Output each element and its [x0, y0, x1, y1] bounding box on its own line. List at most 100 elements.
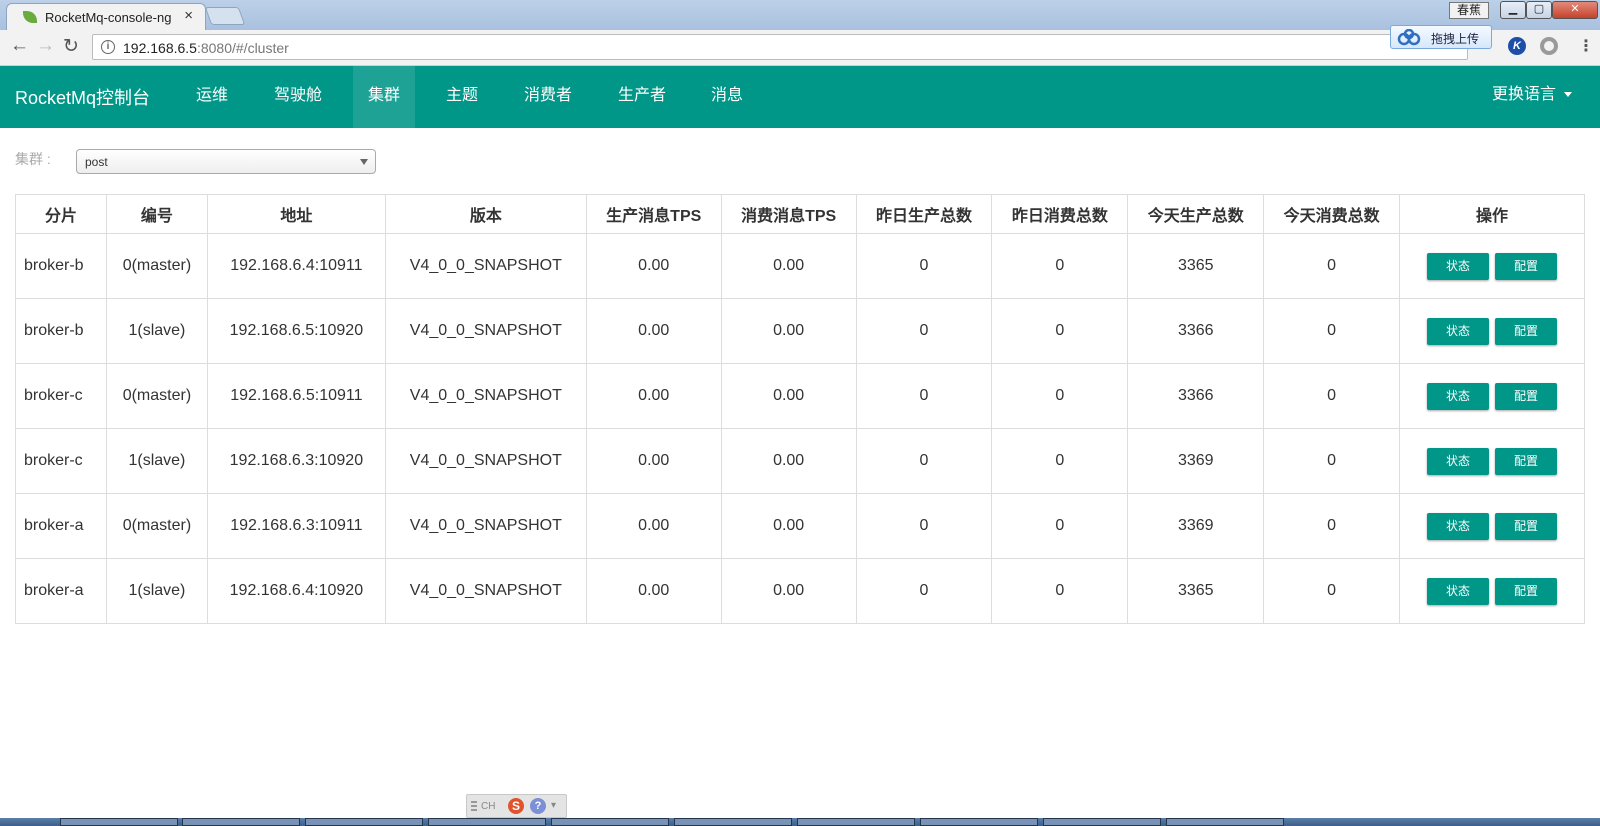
cell-operation: 状态 配置	[1399, 233, 1585, 299]
tab-title: RocketMq-console-ng	[45, 10, 172, 25]
k-extension-icon[interactable]: K	[1508, 37, 1526, 55]
help-icon[interactable]: ?	[530, 798, 546, 814]
taskbar-button[interactable]	[428, 818, 546, 826]
url-path: :8080/#/cluster	[196, 40, 289, 56]
brand-title[interactable]: RocketMq控制台	[15, 84, 150, 110]
nav-item-message[interactable]: 消息	[711, 66, 743, 128]
config-button[interactable]: 配置	[1495, 382, 1558, 410]
cluster-label: 集群 :	[15, 151, 51, 167]
nav-item-topic[interactable]: 主题	[446, 66, 478, 128]
cell-no: 1(slave)	[105, 428, 208, 494]
cell-version: V4_0_0_SNAPSHOT	[384, 298, 587, 364]
back-arrow-icon[interactable]: ←	[10, 35, 29, 57]
header-today-consume: 今天消费总数	[1263, 194, 1401, 234]
url-text[interactable]: 192.168.6.5:8080/#/cluster	[123, 40, 289, 56]
cell-consume-tps: 0.00	[720, 428, 857, 494]
config-button[interactable]: 配置	[1495, 447, 1558, 475]
language-dropdown[interactable]: 更换语言	[1492, 66, 1572, 128]
cell-address: 192.168.6.4:10911	[206, 233, 386, 299]
status-button[interactable]: 状态	[1427, 382, 1490, 410]
cell-broker: broker-c	[15, 428, 107, 494]
window-maximize-button[interactable]: ▢	[1526, 1, 1552, 19]
table-row: broker-b 1(slave) 192.168.6.5:10920 V4_0…	[15, 298, 1585, 364]
taskbar-button[interactable]	[1043, 818, 1161, 826]
cell-produce-tps: 0.00	[585, 493, 722, 559]
cell-no: 1(slave)	[105, 558, 208, 624]
reload-icon[interactable]: ↻	[63, 35, 79, 58]
status-button[interactable]: 状态	[1427, 317, 1490, 345]
cell-yesterday-produce: 0	[855, 298, 993, 364]
cell-operation: 状态 配置	[1399, 363, 1585, 429]
cell-broker: broker-a	[15, 493, 107, 559]
config-button[interactable]: 配置	[1495, 317, 1558, 345]
ime-toolbar[interactable]: CH S ? ▾	[466, 794, 567, 818]
config-button[interactable]: 配置	[1495, 512, 1558, 540]
sogou-logo-icon[interactable]: S	[508, 798, 524, 814]
cell-today-consume: 0	[1263, 428, 1401, 494]
cell-operation: 状态 配置	[1399, 298, 1585, 364]
cell-address: 192.168.6.4:10920	[206, 558, 386, 624]
header-operation: 操作	[1399, 194, 1585, 234]
leaf-favicon-icon	[23, 11, 37, 23]
ring-extension-icon[interactable]	[1540, 37, 1558, 55]
cell-produce-tps: 0.00	[585, 558, 722, 624]
cell-consume-tps: 0.00	[720, 233, 857, 299]
info-icon[interactable]: i	[101, 40, 115, 54]
header-no: 编号	[105, 194, 208, 234]
drag-grip-icon[interactable]	[471, 801, 477, 813]
header-today-produce: 今天生产总数	[1127, 194, 1265, 234]
ime-mode[interactable]: CH	[481, 801, 495, 812]
header-yesterday-produce: 昨日生产总数	[855, 194, 993, 234]
address-bar[interactable]: i 192.168.6.5:8080/#/cluster	[92, 34, 1468, 60]
taskbar-button[interactable]	[182, 818, 300, 826]
nav-item-cluster[interactable]: 集群	[353, 66, 415, 128]
status-button[interactable]: 状态	[1427, 447, 1490, 475]
caret-down-icon	[1564, 92, 1572, 98]
cluster-select[interactable]: post	[76, 149, 376, 174]
taskbar-button[interactable]	[1166, 818, 1284, 826]
status-button[interactable]: 状态	[1427, 512, 1490, 540]
taskbar-button[interactable]	[60, 818, 178, 826]
taskbar-button[interactable]	[797, 818, 915, 826]
nav-item-producer[interactable]: 生产者	[618, 66, 666, 128]
tab-close-icon[interactable]: ×	[184, 7, 193, 24]
config-button[interactable]: 配置	[1495, 577, 1558, 605]
browser-toolbar: ← → ↻ i 192.168.6.5:8080/#/cluster K ⋮	[0, 30, 1600, 66]
browser-menu-icon[interactable]: ⋮	[1578, 36, 1594, 56]
cell-consume-tps: 0.00	[720, 363, 857, 429]
chevron-down-icon[interactable]: ▾	[551, 800, 556, 811]
taskbar-button[interactable]	[551, 818, 669, 826]
new-tab-button[interactable]	[204, 7, 246, 25]
cell-today-consume: 0	[1263, 558, 1401, 624]
forward-arrow-icon[interactable]: →	[36, 35, 55, 57]
status-button[interactable]: 状态	[1427, 252, 1490, 280]
upload-button[interactable]: 拖拽上传	[1390, 25, 1492, 49]
table-header-row: 分片 编号 地址 版本 生产消息TPS 消费消息TPS 昨日生产总数 昨日消费总…	[15, 194, 1585, 234]
window-close-button[interactable]: ✕	[1552, 1, 1598, 19]
cell-today-produce: 3365	[1127, 558, 1265, 624]
upload-label: 拖拽上传	[1431, 32, 1480, 46]
header-consume-tps: 消费消息TPS	[720, 194, 857, 234]
cell-version: V4_0_0_SNAPSHOT	[384, 363, 587, 429]
status-button[interactable]: 状态	[1427, 577, 1490, 605]
nav-item-consumer[interactable]: 消费者	[524, 66, 572, 128]
cluster-select-value: post	[85, 155, 108, 169]
config-button[interactable]: 配置	[1495, 252, 1558, 280]
taskbar-button[interactable]	[305, 818, 423, 826]
browser-titlebar: RocketMq-console-ng × 春蕉 ▁ ▢ ✕	[0, 0, 1600, 30]
dropdown-arrow-icon	[360, 159, 368, 165]
browser-tab[interactable]: RocketMq-console-ng ×	[6, 3, 206, 30]
url-host: 192.168.6.5	[123, 40, 197, 56]
cell-today-consume: 0	[1263, 493, 1401, 559]
taskbar-button[interactable]	[674, 818, 792, 826]
table-row: broker-a 1(slave) 192.168.6.4:10920 V4_0…	[15, 558, 1585, 624]
nav-item-ops[interactable]: 运维	[196, 66, 228, 128]
cell-yesterday-produce: 0	[855, 493, 993, 559]
taskbar-button[interactable]	[920, 818, 1038, 826]
window-minimize-button[interactable]: ▁	[1500, 1, 1526, 19]
cell-no: 1(slave)	[105, 298, 208, 364]
cell-yesterday-consume: 0	[991, 493, 1129, 559]
cell-operation: 状态 配置	[1399, 428, 1585, 494]
nav-item-dashboard[interactable]: 驾驶舱	[274, 66, 322, 128]
cell-yesterday-produce: 0	[855, 428, 993, 494]
